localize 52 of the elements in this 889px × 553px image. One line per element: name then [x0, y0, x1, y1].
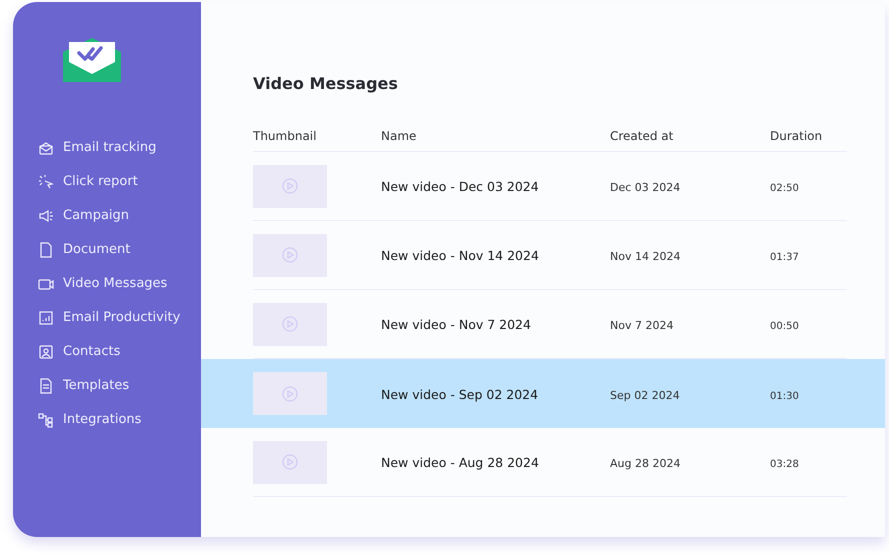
- created-date: Dec 03 2024: [610, 181, 680, 194]
- video-name: New video - Aug 28 2024: [381, 455, 539, 470]
- sidebar-item[interactable]: Click report: [38, 165, 201, 199]
- table-row[interactable]: New video - Dec 03 2024 Dec 03 2024 02:50: [201, 152, 885, 221]
- column-header: Created at: [610, 128, 674, 145]
- logo-icon: [63, 38, 121, 82]
- duration: 01:37: [770, 252, 799, 263]
- sidebar-item[interactable]: Integrations: [38, 403, 201, 437]
- nav-icon: [38, 344, 54, 360]
- created-date: Sep 02 2024: [610, 388, 680, 402]
- duration: 01:30: [770, 390, 799, 402]
- column-header: Duration: [770, 128, 824, 145]
- created-date: Aug 28 2024: [610, 457, 680, 470]
- page-title: Video Messages: [253, 73, 399, 94]
- video-name: New video - Nov 14 2024: [381, 248, 539, 263]
- duration: 03:28: [770, 459, 799, 470]
- duration: 00:50: [770, 321, 799, 332]
- table-row[interactable]: New video - Sep 02 2024 Sep 02 2024 01:30: [201, 359, 885, 428]
- nav-icon: [38, 310, 54, 326]
- sidebar-item[interactable]: Video Messages: [38, 267, 201, 301]
- video-thumbnail[interactable]: [253, 164, 327, 208]
- table-row[interactable]: New video - Nov 14 2024 Nov 14 2024 01:37: [201, 221, 885, 290]
- table-row[interactable]: New video - Aug 28 2024 Aug 28 2024 03:28: [201, 428, 885, 497]
- sidebar-item[interactable]: Document: [38, 233, 201, 267]
- sidebar-item[interactable]: Contacts: [38, 335, 201, 369]
- video-name: New video - Nov 7 2024: [381, 317, 531, 332]
- video-thumbnail[interactable]: [253, 302, 327, 346]
- column-header: Thumbnail: [253, 128, 318, 145]
- sidebar-item[interactable]: Email tracking: [38, 131, 201, 165]
- video-thumbnail[interactable]: [253, 234, 327, 276]
- nav-icon: [38, 140, 54, 156]
- play-icon: [282, 247, 298, 263]
- created-date: Nov 14 2024: [610, 250, 680, 263]
- sidebar-item[interactable]: Email Productivity: [38, 301, 201, 335]
- play-icon: [282, 178, 298, 194]
- play-icon: [282, 454, 298, 470]
- created-date: Nov 7 2024: [610, 319, 674, 332]
- nav-icon: [38, 242, 54, 258]
- video-name: New video - Sep 02 2024: [381, 386, 538, 402]
- sidebar-item[interactable]: Campaign: [38, 199, 201, 233]
- nav-icon: [38, 208, 54, 224]
- video-thumbnail[interactable]: [253, 440, 327, 484]
- nav-icon: [38, 174, 54, 190]
- duration: 02:50: [770, 183, 799, 194]
- play-icon: [282, 316, 298, 332]
- sidebar-item[interactable]: Templates: [38, 369, 201, 403]
- play-icon: [282, 386, 298, 402]
- nav-icon: [38, 412, 54, 428]
- nav-icon: [38, 378, 54, 394]
- video-name: New video - Dec 03 2024: [381, 179, 539, 194]
- column-header: Name: [381, 128, 418, 145]
- video-thumbnail[interactable]: [253, 372, 327, 415]
